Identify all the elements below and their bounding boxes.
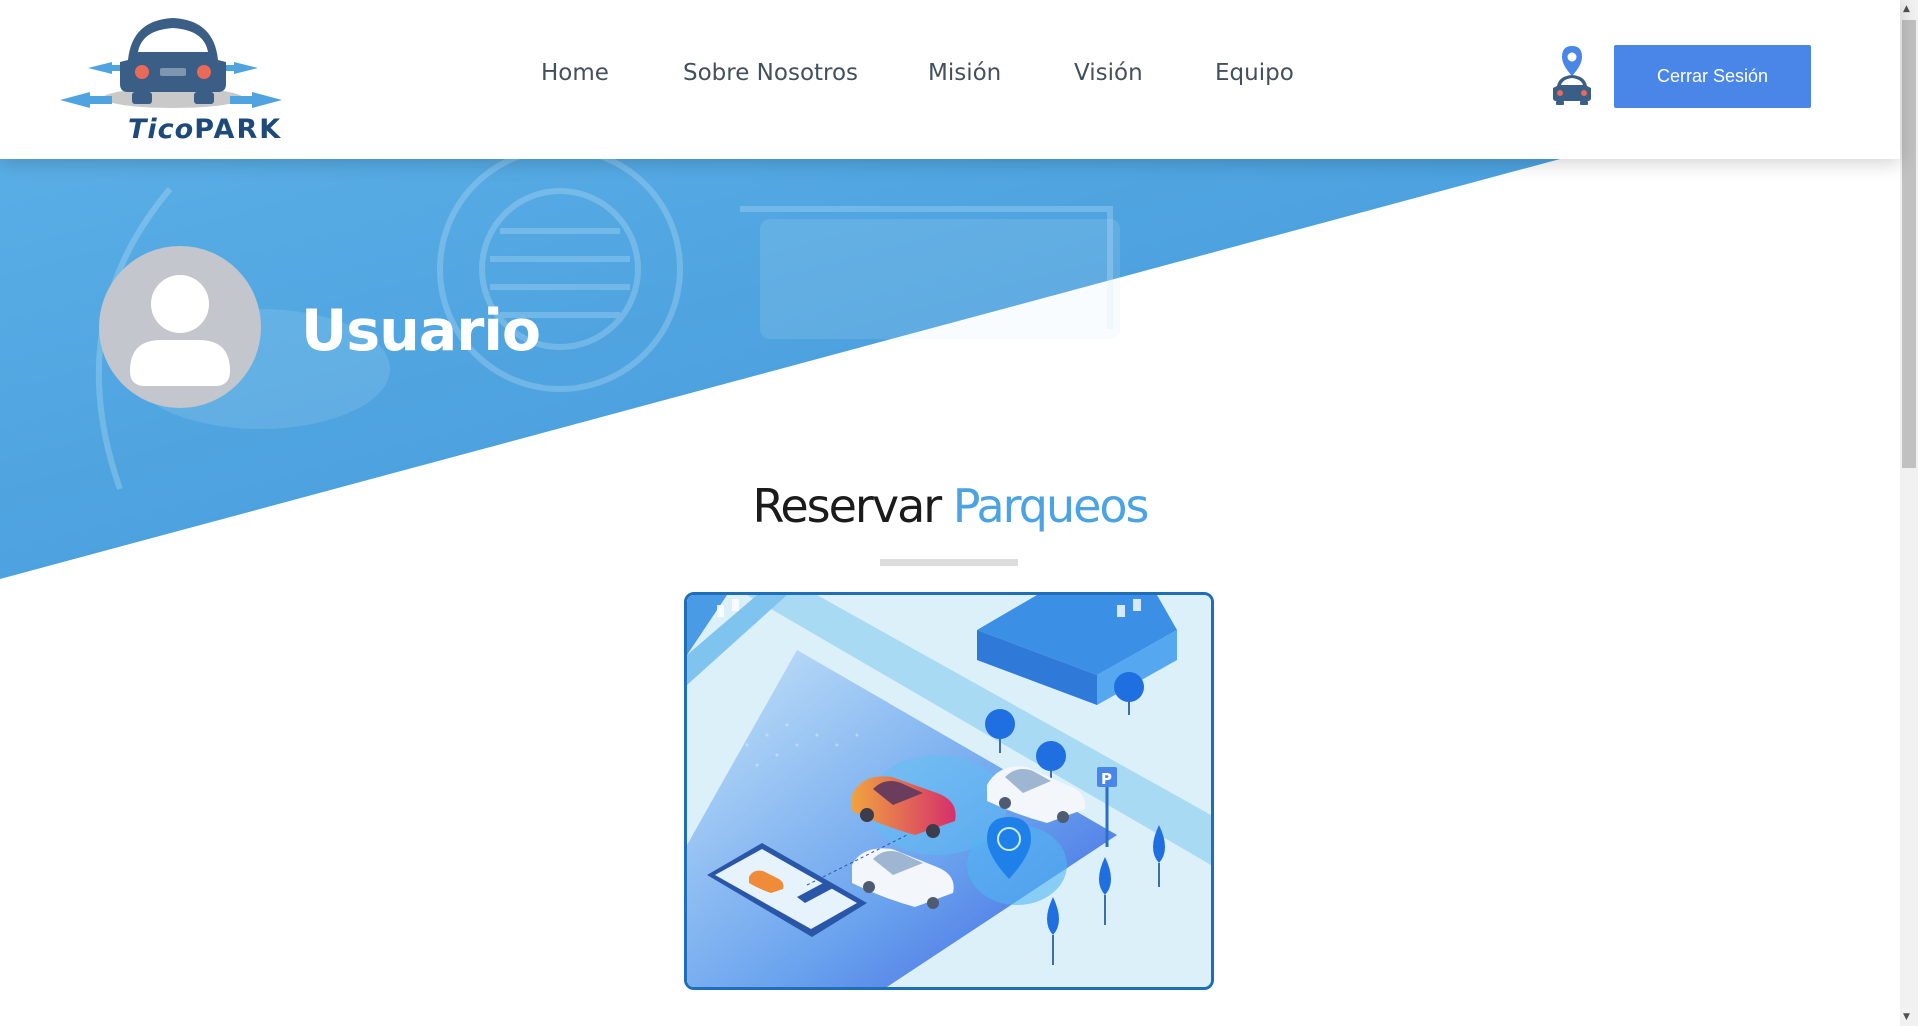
section-divider: [880, 559, 1018, 566]
logo-wordmark: TicoPARK: [128, 114, 282, 145]
nav-item-equipo[interactable]: Equipo: [1215, 60, 1294, 86]
scroll-down-arrow-icon[interactable]: ▼: [1903, 1012, 1910, 1022]
ticopark-logo[interactable]: TicoPARK: [50, 10, 290, 145]
section-title: Reservar Parqueos: [0, 479, 1900, 533]
section-title-part1: Reservar: [752, 479, 942, 533]
parking-reservation-card[interactable]: P: [684, 592, 1214, 990]
location-car-icon[interactable]: [1548, 44, 1596, 106]
nav-item-vision[interactable]: Visión: [1074, 60, 1143, 86]
logo-text-park: PARK: [194, 114, 283, 145]
logo-text-tico: Tico: [128, 114, 195, 145]
user-title: Usuario: [301, 298, 541, 364]
nav-item-sobre-nosotros[interactable]: Sobre Nosotros: [683, 60, 858, 86]
logout-button[interactable]: Cerrar Sesión: [1614, 45, 1811, 108]
nav-item-home[interactable]: Home: [541, 60, 609, 86]
section-title-part2: Parqueos: [952, 479, 1150, 533]
scroll-up-arrow-icon[interactable]: ▲: [1903, 4, 1910, 14]
scrollbar-thumb[interactable]: [1902, 20, 1916, 468]
user-avatar-icon: [99, 246, 261, 408]
parking-illustration: P: [687, 595, 1211, 987]
svg-text:P: P: [1101, 770, 1112, 788]
top-header: TicoPARK Home Sobre Nosotros Misión Visi…: [0, 0, 1900, 159]
nav-item-mision[interactable]: Misión: [928, 60, 1001, 86]
